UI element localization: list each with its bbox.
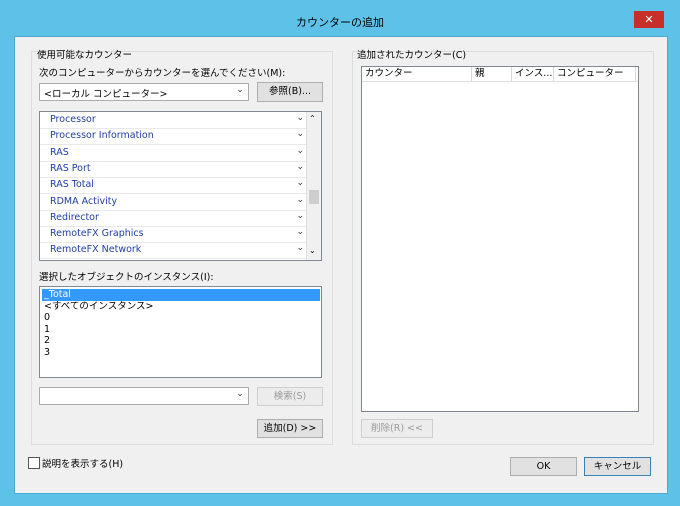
- computer-combobox[interactable]: <ローカル コンピューター> ⌄: [39, 83, 249, 101]
- expand-chevron-icon[interactable]: ⌄: [296, 178, 304, 188]
- scroll-down-icon[interactable]: ⌄: [309, 246, 316, 255]
- object-list-item[interactable]: RAS ⌄: [40, 145, 306, 162]
- search-combobox[interactable]: ⌄: [39, 387, 249, 405]
- add-counters-dialog: カウンターの追加 ✕ 使用可能なカウンター 次のコンピューターからカウンターを選…: [0, 0, 680, 506]
- table-header: カウンター 親 インス... コンピューター: [362, 67, 638, 82]
- cancel-button[interactable]: キャンセル: [584, 457, 651, 476]
- computer-label: 次のコンピューターからカウンターを選んでください(M):: [39, 68, 286, 79]
- scroll-up-icon[interactable]: ⌃: [309, 114, 316, 123]
- instance-list-item[interactable]: 1: [42, 324, 320, 336]
- show-description-label: 説明を表示する(H): [42, 459, 124, 470]
- object-list-item[interactable]: RDMA Activity ⌄: [40, 194, 306, 211]
- chevron-down-icon[interactable]: ⌄: [234, 389, 246, 399]
- window-title: カウンターの追加: [296, 16, 384, 29]
- column-computer[interactable]: コンピューター: [554, 67, 636, 81]
- object-list-item[interactable]: RAS Port ⌄: [40, 161, 306, 178]
- available-counters-label: 使用可能なカウンター: [37, 50, 133, 61]
- instances-label: 選択したオブジェクトのインスタンス(I):: [39, 272, 214, 283]
- object-name: Redirector: [50, 211, 99, 223]
- expand-chevron-icon[interactable]: ⌄: [296, 113, 304, 123]
- object-list-item[interactable]: RAS Total ⌄: [40, 177, 306, 195]
- expand-chevron-icon[interactable]: ⌄: [296, 227, 304, 237]
- object-list-item[interactable]: RemoteFX Network ⌄: [40, 242, 306, 260]
- object-list-item[interactable]: Processor ⌄: [40, 112, 306, 129]
- instance-list-item[interactable]: 3: [42, 347, 320, 359]
- instance-list-item[interactable]: _Total: [42, 289, 320, 301]
- added-counters-label: 追加されたカウンター(C): [357, 50, 467, 61]
- add-button[interactable]: 追加(D) >>: [257, 419, 323, 438]
- instance-list-item[interactable]: 0: [42, 312, 320, 324]
- object-name: Processor: [50, 114, 96, 125]
- scroll-thumb[interactable]: [309, 190, 319, 204]
- object-list-item[interactable]: Redirector ⌄: [40, 210, 306, 227]
- object-list[interactable]: Processor ⌄ Processor Information ⌄ RAS ⌄ RAS …: [39, 111, 322, 261]
- expand-chevron-icon[interactable]: ⌄: [296, 195, 304, 205]
- object-name: RDMA Activity: [50, 195, 118, 207]
- object-name: RAS: [50, 146, 69, 158]
- instance-list-item[interactable]: 2: [42, 335, 320, 347]
- close-icon: ✕: [644, 13, 654, 26]
- object-name: RAS Port: [50, 162, 91, 174]
- column-parent[interactable]: 親: [472, 67, 512, 81]
- expand-chevron-icon[interactable]: ⌄: [296, 146, 304, 156]
- column-instance[interactable]: インス...: [512, 67, 554, 81]
- close-button[interactable]: ✕: [634, 11, 664, 28]
- instance-list[interactable]: _Total <すべてのインスタンス> 0 1 2 3: [39, 286, 322, 378]
- object-list-scrollbar[interactable]: ⌃ ⌄: [306, 112, 321, 260]
- computer-value: <ローカル コンピューター>: [44, 89, 168, 100]
- search-button[interactable]: 検索(S): [257, 387, 323, 406]
- object-name: RAS Total: [50, 179, 94, 191]
- expand-chevron-icon[interactable]: ⌄: [296, 243, 304, 253]
- show-description-checkbox[interactable]: [28, 457, 40, 469]
- expand-chevron-icon[interactable]: ⌄: [296, 162, 304, 172]
- browse-button[interactable]: 参照(B)...: [257, 82, 323, 102]
- added-counters-table[interactable]: カウンター 親 インス... コンピューター: [361, 66, 639, 412]
- title-bar[interactable]: カウンターの追加 ✕: [0, 0, 680, 36]
- remove-button[interactable]: 削除(R) <<: [361, 419, 433, 438]
- object-name: RemoteFX Network: [50, 244, 142, 256]
- column-counter[interactable]: カウンター: [362, 67, 472, 81]
- ok-button[interactable]: OK: [510, 457, 577, 476]
- object-name: RemoteFX Graphics: [50, 228, 144, 240]
- dialog-client: 使用可能なカウンター 次のコンピューターからカウンターを選んでください(M): …: [14, 36, 668, 494]
- object-name: Processor Information: [50, 130, 154, 142]
- expand-chevron-icon[interactable]: ⌄: [296, 211, 304, 221]
- expand-chevron-icon[interactable]: ⌄: [296, 129, 304, 139]
- object-list-item[interactable]: RemoteFX Graphics ⌄: [40, 226, 306, 244]
- instance-list-item[interactable]: <すべてのインスタンス>: [42, 301, 320, 313]
- object-list-item[interactable]: Processor Information ⌄: [40, 128, 306, 146]
- chevron-down-icon[interactable]: ⌄: [234, 85, 246, 95]
